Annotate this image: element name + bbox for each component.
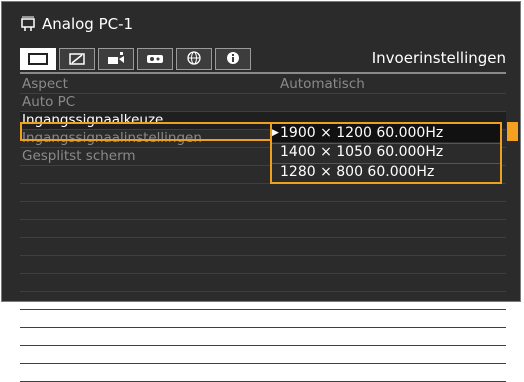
empty-row bbox=[20, 184, 506, 202]
tab-screen[interactable] bbox=[20, 48, 56, 70]
tab-installation[interactable] bbox=[98, 48, 134, 70]
row-label: Aspect bbox=[22, 76, 68, 92]
source-title: Analog PC-1 bbox=[42, 15, 134, 33]
menu-tabbar bbox=[20, 48, 264, 70]
option-1400x1050[interactable]: 1400 × 1050 60.000Hz bbox=[280, 143, 443, 161]
tab-picture-adjust[interactable] bbox=[59, 48, 95, 70]
row-label: Gesplitst scherm bbox=[22, 148, 136, 164]
row-aspect[interactable]: Aspect Automatisch bbox=[20, 76, 506, 94]
empty-row bbox=[20, 238, 506, 256]
empty-row bbox=[20, 220, 506, 238]
network-icon bbox=[187, 50, 201, 69]
picture-adjust-icon bbox=[69, 50, 85, 69]
empty-row bbox=[20, 310, 506, 328]
row-auto-pc[interactable]: Auto PC bbox=[20, 94, 506, 112]
tab-divider bbox=[20, 72, 506, 74]
option-1280x800[interactable]: 1280 × 800 60.000Hz bbox=[280, 163, 434, 181]
signal-dropdown[interactable]: 1900 × 1200 60.000Hz 1400 × 1050 60.000H… bbox=[270, 122, 502, 184]
installation-icon bbox=[107, 50, 125, 69]
empty-row bbox=[20, 202, 506, 220]
osd-window: Analog PC-1 Invoerinstellingen Aspect Au… bbox=[1, 1, 521, 382]
window-header: Analog PC-1 bbox=[20, 10, 133, 38]
system-icon bbox=[146, 50, 164, 69]
scroll-indicator bbox=[507, 122, 518, 141]
empty-row bbox=[20, 292, 506, 310]
tab-info[interactable] bbox=[215, 48, 251, 70]
menu-title: Invoerinstellingen bbox=[371, 49, 506, 67]
empty-row bbox=[20, 274, 506, 292]
tab-network[interactable] bbox=[176, 48, 212, 70]
empty-row bbox=[20, 346, 506, 364]
selection-highlight bbox=[20, 122, 273, 141]
screen-icon bbox=[28, 50, 48, 69]
row-label: Auto PC bbox=[22, 94, 76, 110]
empty-row bbox=[20, 364, 506, 382]
info-icon bbox=[226, 50, 240, 69]
empty-row bbox=[20, 256, 506, 274]
input-connector-icon bbox=[20, 16, 38, 32]
empty-row bbox=[20, 328, 506, 346]
tab-system[interactable] bbox=[137, 48, 173, 70]
option-1900x1200[interactable]: 1900 × 1200 60.000Hz bbox=[272, 124, 443, 142]
row-value: Automatisch bbox=[280, 76, 365, 92]
